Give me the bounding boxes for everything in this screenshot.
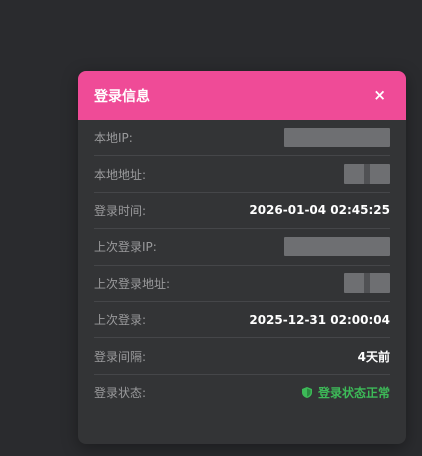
local-address-row: 本地地址: — [94, 156, 390, 193]
redacted-block — [344, 164, 390, 185]
login-status-value: 登录状态正常 — [301, 384, 390, 401]
local-ip-row: 本地IP: — [94, 120, 390, 157]
close-button[interactable]: × — [369, 86, 390, 105]
login-interval-row: 登录间隔: 4天前 — [94, 338, 390, 375]
local-address-label: 本地地址: — [94, 167, 147, 182]
dialog-header: 登录信息 × — [78, 71, 406, 120]
login-interval-label: 登录间隔: — [94, 349, 147, 364]
login-status-label: 登录状态: — [94, 386, 147, 401]
last-login-address-row: 上次登录地址: — [94, 266, 390, 302]
login-status-row: 登录状态: 登录状态正常 — [94, 375, 390, 411]
redacted-block — [284, 128, 390, 148]
shield-icon — [301, 387, 312, 399]
login-time-value: 2026-01-04 02:45:25 — [249, 203, 390, 218]
last-login-ip-row: 上次登录IP: — [94, 229, 390, 266]
login-time-row: 登录时间: 2026-01-04 02:45:25 — [94, 193, 390, 230]
local-ip-value — [284, 128, 390, 148]
redacted-block — [284, 237, 390, 257]
redacted-block — [344, 273, 390, 294]
last-login-ip-value — [284, 237, 390, 257]
dialog-title: 登录信息 — [94, 88, 150, 105]
last-login-value: 2025-12-31 02:00:04 — [249, 312, 390, 327]
local-ip-label: 本地IP: — [94, 131, 133, 146]
last-login-row: 上次登录: 2025-12-31 02:00:04 — [94, 302, 390, 339]
last-login-ip-label: 上次登录IP: — [94, 240, 157, 255]
last-login-address-value — [344, 273, 390, 294]
login-interval-value: 4天前 — [357, 349, 390, 364]
login-info-dialog: 登录信息 × 本地IP: 本地地址: 登录时间: 2026-01-04 02:4… — [78, 71, 406, 444]
login-time-label: 登录时间: — [94, 203, 147, 218]
local-address-value — [344, 164, 390, 185]
login-status-text: 登录状态正常 — [317, 386, 390, 401]
dialog-body: 本地IP: 本地地址: 登录时间: 2026-01-04 02:45:25 上次… — [78, 120, 406, 411]
last-login-address-label: 上次登录地址: — [94, 276, 171, 291]
last-login-label: 上次登录: — [94, 313, 147, 328]
